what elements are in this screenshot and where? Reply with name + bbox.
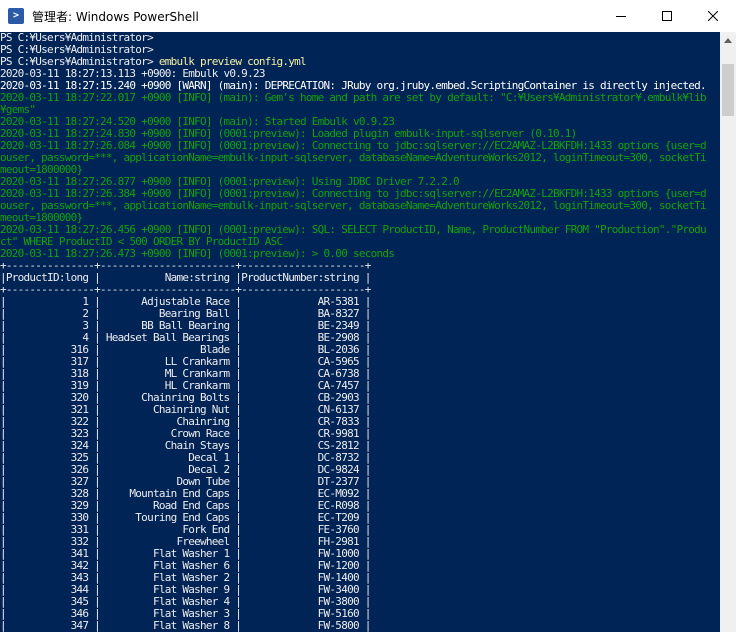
table-row: | 316 | Blade | BL-2036 | <box>0 344 371 356</box>
table-row: | 347 | Flat Washer 8 | FW-5800 | <box>0 620 371 632</box>
table-row: | 324 | Chain Stays | CS-2812 | <box>0 440 371 452</box>
table-row: | 326 | Decal 2 | DC-9824 | <box>0 464 371 476</box>
table-row: | 329 | Road End Caps | EC-R098 | <box>0 500 371 512</box>
table-row: | 321 | Chainring Nut | CN-6137 | <box>0 404 371 416</box>
log-line: meout=1800000} <box>0 212 83 224</box>
scrollbar-thumb[interactable] <box>722 64 734 116</box>
table-row: | 345 | Flat Washer 4 | FW-3800 | <box>0 596 371 608</box>
console-output[interactable]: PS C:¥Users¥Administrator> PS C:¥Users¥A… <box>0 32 720 632</box>
table-row: | 346 | Flat Washer 3 | FW-5160 | <box>0 608 371 620</box>
table-row: | 331 | Fork End | FE-3760 | <box>0 524 371 536</box>
log-line: 2020-03-11 18:27:26.877 +0900 [INFO] (00… <box>0 176 460 188</box>
table-row: | 330 | Touring End Caps | EC-T209 | <box>0 512 371 524</box>
table-row: | 328 | Mountain End Caps | EC-M092 | <box>0 488 371 500</box>
table-row: | 3 | BB Ball Bearing | BE-2349 | <box>0 320 371 332</box>
chevron-up-icon <box>724 37 732 43</box>
minimize-button[interactable] <box>598 0 644 32</box>
table-row: | 325 | Decal 1 | DC-8732 | <box>0 452 371 464</box>
table-row: | 344 | Flat Washer 9 | FW-3400 | <box>0 584 371 596</box>
prompt-prefix: PS C:¥Users¥Administrator> <box>0 56 159 68</box>
window-controls <box>598 0 736 32</box>
maximize-icon <box>662 11 672 21</box>
table-row: | 4 | Headset Ball Bearings | BE-2908 | <box>0 332 371 344</box>
table-row: | 323 | Crown Race | CR-9981 | <box>0 428 371 440</box>
log-line: 2020-03-11 18:27:26.473 +0900 [INFO] (00… <box>0 248 395 260</box>
table-row: | 2 | Bearing Ball | BA-8327 | <box>0 308 371 320</box>
log-line: 2020-03-11 18:27:24.830 +0900 [INFO] (00… <box>0 128 577 140</box>
table-header: |ProductID:long | Name:string |ProductNu… <box>0 272 371 284</box>
minimize-icon <box>616 16 626 17</box>
command-line: PS C:¥Users¥Administrator> embulk previe… <box>0 56 720 68</box>
table-row: | 1 | Adjustable Race | AR-5381 | <box>0 296 371 308</box>
table-row: | 332 | Freewheel | FH-2981 | <box>0 536 371 548</box>
log-line: 2020-03-11 18:27:26.384 +0900 [INFO] (00… <box>0 188 707 200</box>
log-line: ct" WHERE ProductID < 500 ORDER BY Produ… <box>0 236 283 248</box>
log-line: 2020-03-11 18:27:26.456 +0900 [INFO] (00… <box>0 224 707 236</box>
table-row: | 327 | Down Tube | DT-2377 | <box>0 476 371 488</box>
table-row: | 341 | Flat Washer 1 | FW-1000 | <box>0 548 371 560</box>
table-row: | 319 | HL Crankarm | CA-7457 | <box>0 380 371 392</box>
scroll-up-button[interactable] <box>720 32 736 48</box>
powershell-window: > 管理者: Windows PowerShell PS C:¥Users¥Ad… <box>0 0 736 632</box>
log-line: ouser, password=***, applicationName=emb… <box>0 200 707 212</box>
log-line: 2020-03-11 18:27:15.240 +0900 [WARN] (ma… <box>0 80 707 92</box>
table-row: | 342 | Flat Washer 6 | FW-1200 | <box>0 560 371 572</box>
log-line: ouser, password=***, applicationName=emb… <box>0 152 707 164</box>
prompt-line: PS C:¥Users¥Administrator> <box>0 32 154 44</box>
log-line: 2020-03-11 18:27:24.520 +0900 [INFO] (ma… <box>0 116 395 128</box>
maximize-button[interactable] <box>644 0 690 32</box>
log-line: 2020-03-11 18:27:13.113 +0900: Embulk v0… <box>0 68 265 80</box>
command-text: embulk preview config.yml <box>158 56 307 68</box>
table-row: | 320 | Chainring Bolts | CB-2903 | <box>0 392 371 404</box>
table-row: | 317 | LL Crankarm | CA-5965 | <box>0 356 371 368</box>
prompt-line: PS C:¥Users¥Administrator> <box>0 44 154 56</box>
title-bar[interactable]: > 管理者: Windows PowerShell <box>0 0 736 32</box>
powershell-icon: > <box>8 8 24 24</box>
log-line: ¥gems" <box>0 104 36 116</box>
table-border: +---------------+-----------------------… <box>0 284 371 296</box>
vertical-scrollbar[interactable] <box>720 32 736 632</box>
table-row: | 322 | Chainring | CR-7833 | <box>0 416 371 428</box>
close-button[interactable] <box>690 0 736 32</box>
close-icon <box>708 11 718 21</box>
log-line: meout=1800000} <box>0 164 83 176</box>
log-line: 2020-03-11 18:27:26.084 +0900 [INFO] (00… <box>0 140 707 152</box>
table-border: +---------------+-----------------------… <box>0 260 371 272</box>
table-row: | 318 | ML Crankarm | CA-6738 | <box>0 368 371 380</box>
table-row: | 343 | Flat Washer 2 | FW-1400 | <box>0 572 371 584</box>
window-title: 管理者: Windows PowerShell <box>32 9 199 24</box>
log-line: 2020-03-11 18:27:22.017 +0900 [INFO] (ma… <box>0 92 707 104</box>
